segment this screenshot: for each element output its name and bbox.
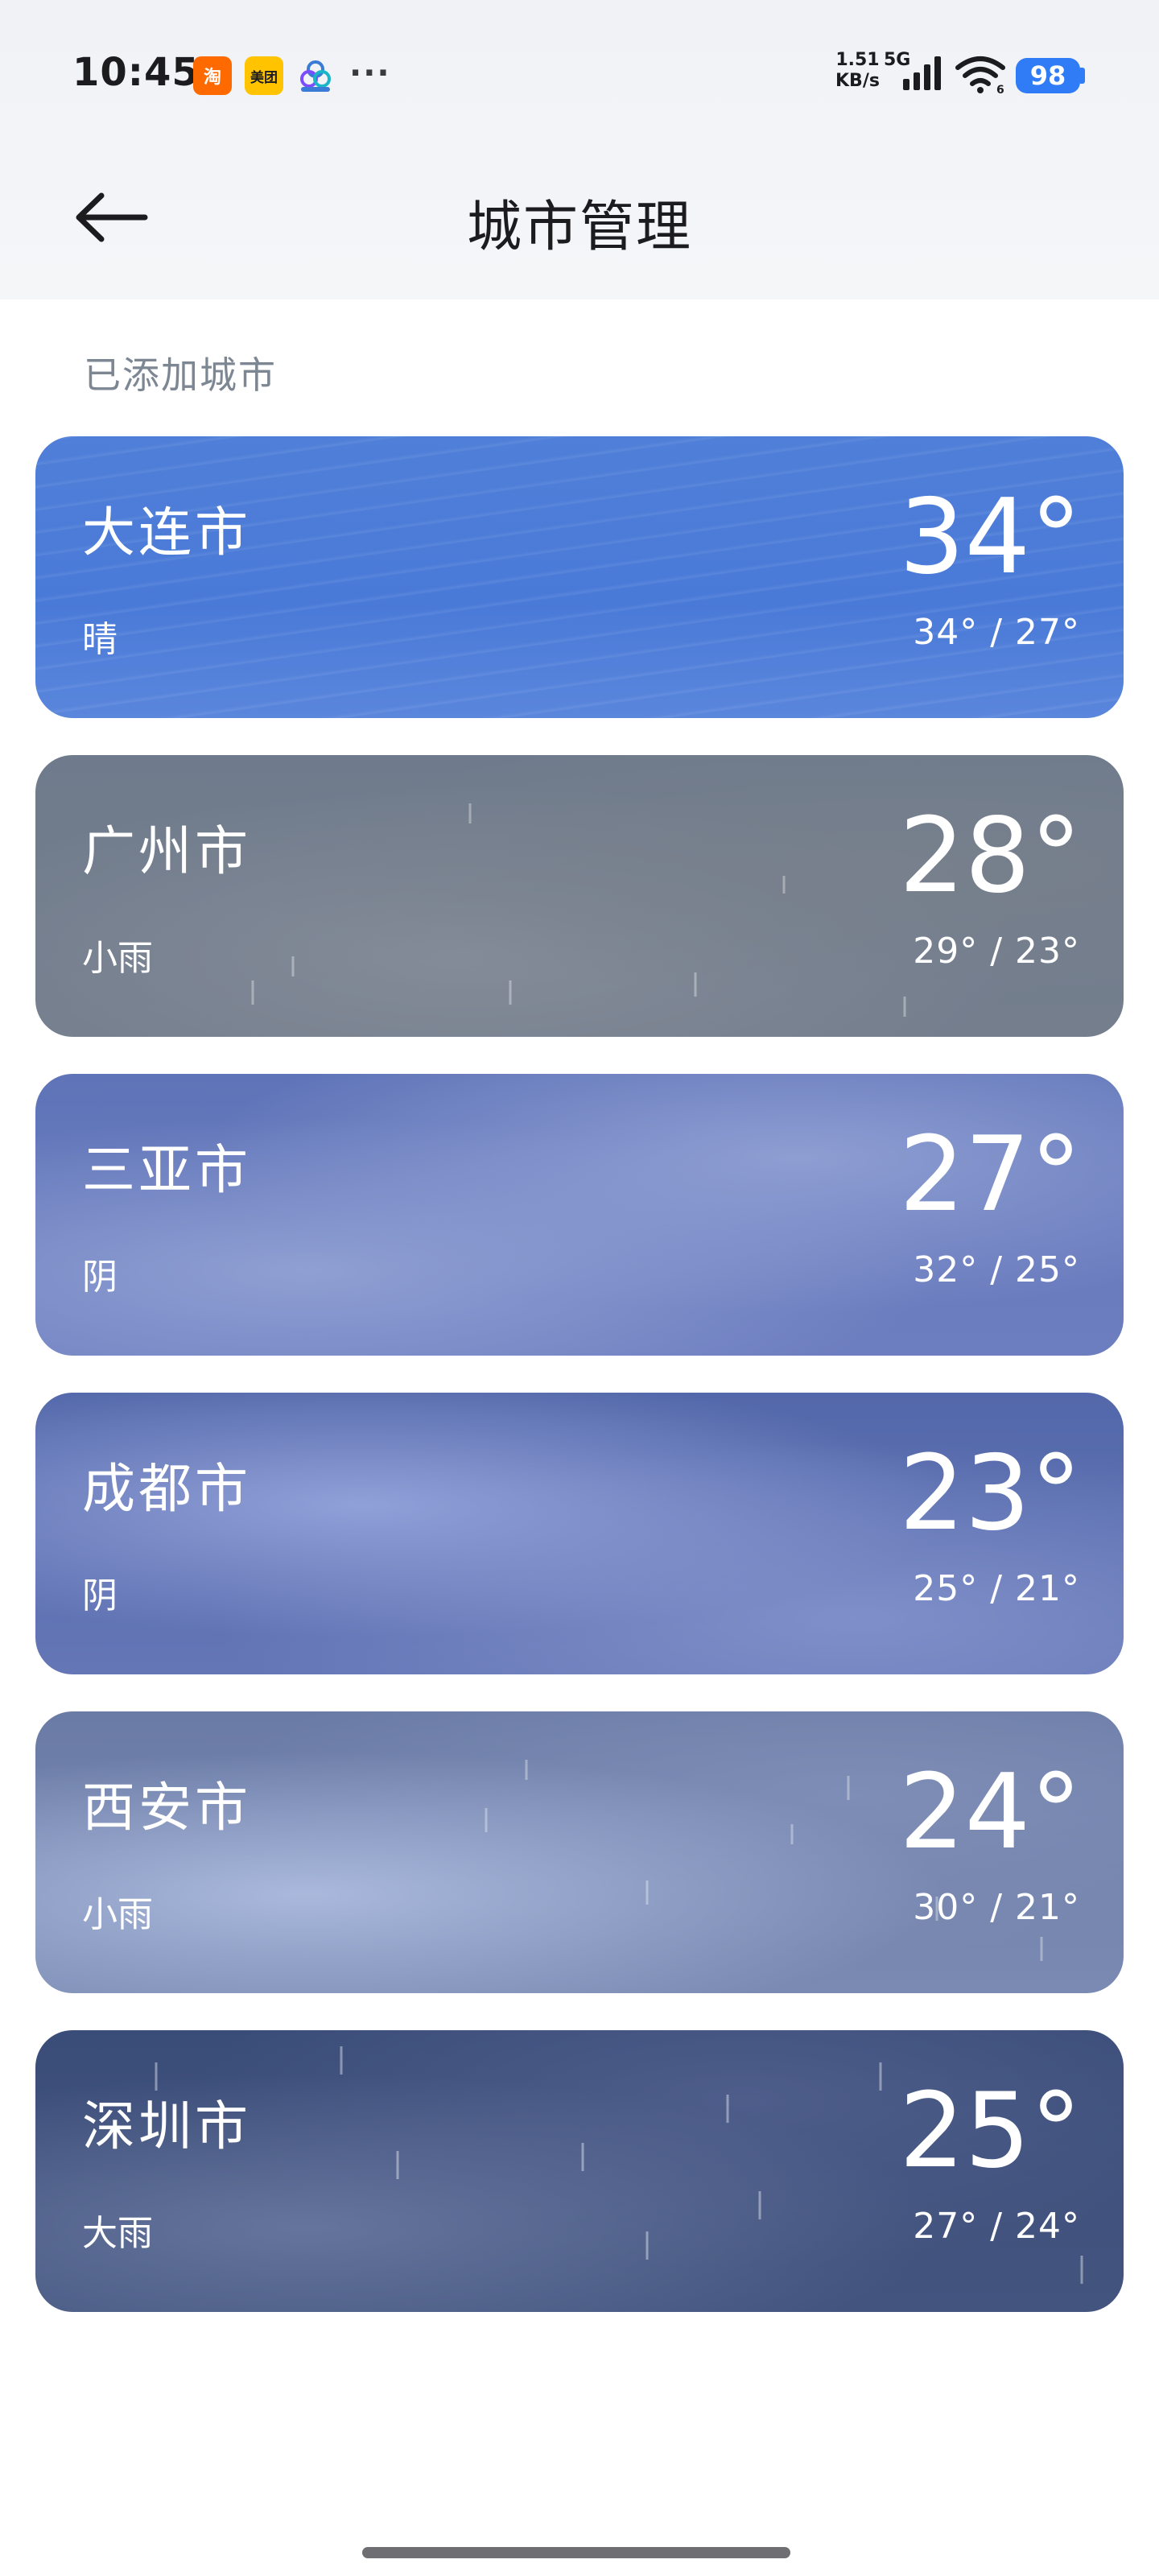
- city-name: 西安市: [82, 1777, 251, 1839]
- current-temperature: 25°: [899, 2071, 1082, 2191]
- city-card-shenzhen[interactable]: 深圳市 大雨 25° 27° / 24°: [35, 2030, 1124, 2312]
- header: 10:45 淘 美团 ··· 1.51 KB/s 5G 6 98 城市管理: [0, 0, 1159, 299]
- current-temperature: 28°: [899, 796, 1082, 916]
- home-indicator[interactable]: [362, 2547, 790, 2558]
- cellular-signal-icon: [903, 56, 941, 90]
- battery-cap: [1080, 68, 1085, 84]
- taobao-icon: 淘: [193, 56, 232, 95]
- current-temperature: 27°: [899, 1115, 1082, 1235]
- status-bar: 10:45 淘 美团 ··· 1.51 KB/s 5G 6 98: [0, 0, 1159, 145]
- section-label-added-cities: 已添加城市: [84, 353, 277, 397]
- more-notifications-icon: ···: [349, 55, 391, 92]
- weather-condition: 晴: [82, 619, 118, 660]
- network-speed-unit: KB/s: [835, 71, 880, 91]
- city-list: 大连市 晴 34° 34° / 27° 广州市 小雨 28° 29° / 23°…: [35, 436, 1124, 2349]
- city-name: 广州市: [82, 820, 251, 882]
- current-temperature: 24°: [899, 1752, 1082, 1872]
- network-speed-value: 1.51: [835, 50, 880, 70]
- wifi-slot-label: 6: [996, 84, 1004, 95]
- weather-condition: 阴: [82, 1257, 118, 1298]
- temperature-range: 32° / 25°: [913, 1249, 1080, 1290]
- page-title: 城市管理: [466, 196, 692, 259]
- temperature-range: 25° / 21°: [913, 1568, 1080, 1609]
- weather-condition: 大雨: [82, 2213, 153, 2254]
- app-notification-icon: [296, 56, 335, 95]
- meituan-icon: 美团: [245, 56, 283, 95]
- temperature-range: 29° / 23°: [913, 931, 1080, 972]
- city-card-dalian[interactable]: 大连市 晴 34° 34° / 27°: [35, 436, 1124, 718]
- city-name: 成都市: [82, 1458, 251, 1520]
- city-card-xian[interactable]: 西安市 小雨 24° 30° / 21°: [35, 1711, 1124, 1993]
- temperature-range: 30° / 21°: [913, 1887, 1080, 1928]
- city-card-sanya[interactable]: 三亚市 阴 27° 32° / 25°: [35, 1074, 1124, 1356]
- city-name: 三亚市: [82, 1139, 251, 1201]
- network-speed: 1.51 KB/s: [835, 50, 880, 92]
- wifi-icon: 6: [955, 56, 1005, 95]
- city-name: 大连市: [82, 502, 251, 564]
- temperature-range: 34° / 27°: [913, 612, 1080, 653]
- status-time: 10:45: [72, 50, 200, 95]
- city-card-chengdu[interactable]: 成都市 阴 23° 25° / 21°: [35, 1393, 1124, 1674]
- city-management-screen: 10:45 淘 美团 ··· 1.51 KB/s 5G 6 98 城市管理 已添…: [0, 0, 1159, 2576]
- current-temperature: 23°: [899, 1434, 1082, 1554]
- weather-condition: 阴: [82, 1575, 118, 1616]
- weather-condition: 小雨: [82, 938, 153, 979]
- city-name: 深圳市: [82, 2095, 251, 2157]
- temperature-range: 27° / 24°: [913, 2206, 1080, 2247]
- weather-condition: 小雨: [82, 1894, 153, 1935]
- city-card-guangzhou[interactable]: 广州市 小雨 28° 29° / 23°: [35, 755, 1124, 1037]
- battery-level: 98: [1016, 58, 1080, 93]
- current-temperature: 34°: [899, 477, 1082, 597]
